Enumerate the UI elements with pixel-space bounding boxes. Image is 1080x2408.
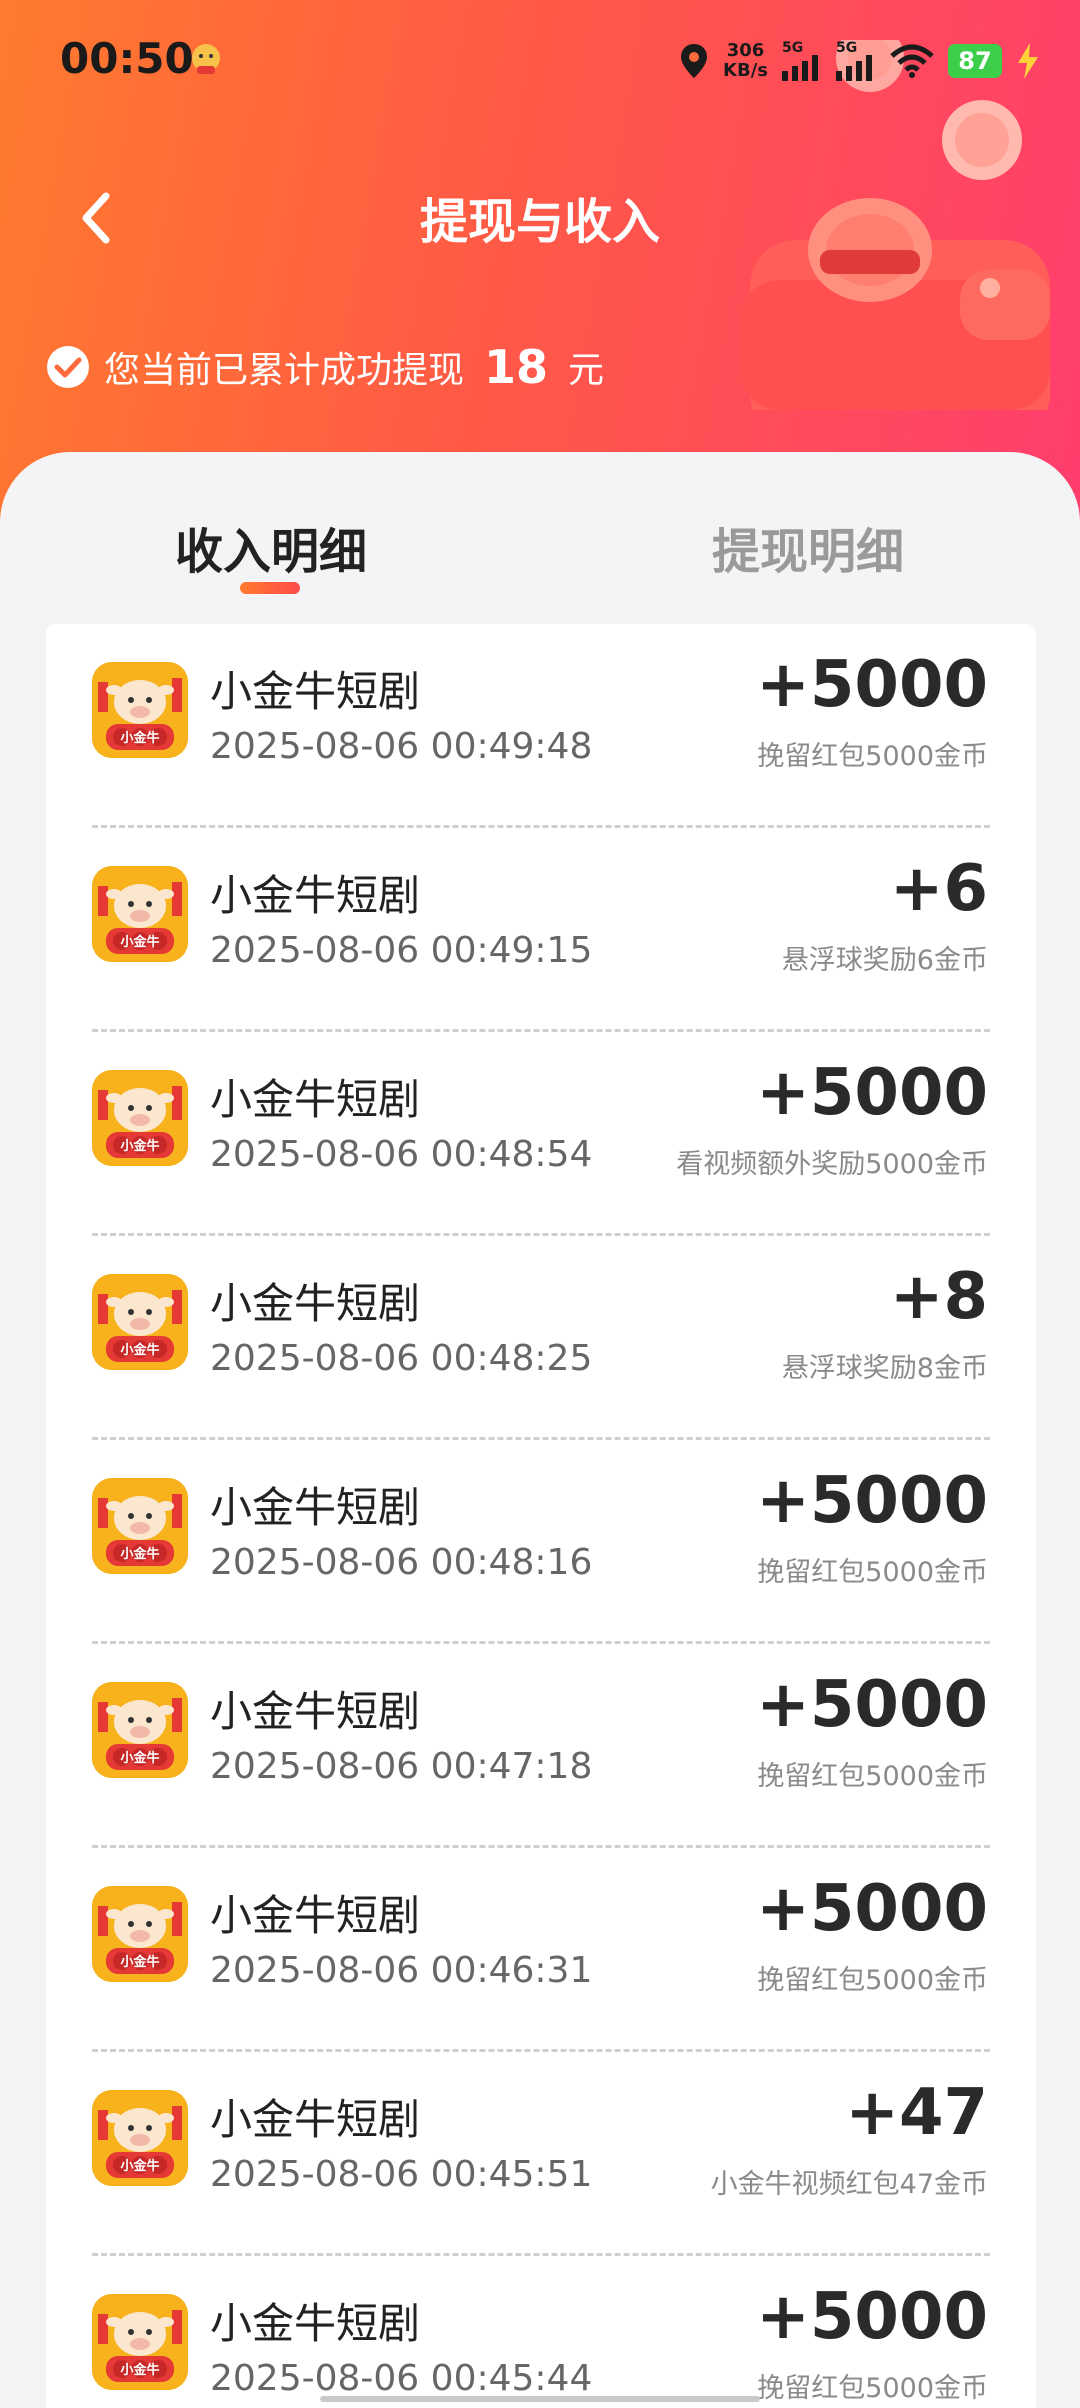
content-card: 收入明细 提现明细 小金牛 小金牛短剧 2025-08-06 00:49:48 … — [0, 452, 1080, 2408]
summary-text: 您当前已累计成功提现 — [104, 350, 465, 391]
withdraw-summary: 您当前已累计成功提现 18 元 — [46, 340, 604, 394]
record-description: 悬浮球奖励8金币 — [781, 1353, 988, 1384]
tab-withdraw-detail[interactable]: 提现明细 — [712, 512, 904, 582]
record-time: 2025-08-06 00:48:25 — [210, 1338, 593, 1379]
list-item[interactable]: 小金牛 小金牛短剧 2025-08-06 00:49:48 +5000 挽留红包… — [46, 624, 1036, 828]
record-time: 2025-08-06 00:47:18 — [210, 1746, 593, 1787]
ox-mascot-icon: 小金牛 — [92, 1070, 188, 1166]
net-speed: 306 KB/s — [723, 40, 768, 81]
icon-label: 小金牛 — [120, 2362, 159, 2378]
record-description: 看视频额外奖励5000金币 — [676, 1149, 988, 1180]
xiaojinniu-app-icon: 小金牛 — [92, 1478, 188, 1574]
record-description: 挽留红包5000金币 — [757, 2373, 988, 2404]
record-amount: +5000 — [756, 1464, 988, 1538]
tab-income-detail[interactable]: 收入明细 — [175, 512, 367, 582]
list-item[interactable]: 小金牛 小金牛短剧 2025-08-06 00:48:16 +5000 挽留红包… — [46, 1440, 1036, 1644]
record-source: 小金牛短剧 — [210, 1279, 421, 1328]
icon-label: 小金牛 — [120, 1954, 159, 1970]
record-description: 挽留红包5000金币 — [757, 1761, 988, 1792]
record-source: 小金牛短剧 — [210, 2299, 421, 2348]
icon-label: 小金牛 — [120, 730, 159, 746]
record-source: 小金牛短剧 — [210, 1687, 421, 1736]
list-item[interactable]: 小金牛 小金牛短剧 2025-08-06 00:48:25 +8 悬浮球奖励8金… — [46, 1236, 1036, 1440]
list-item[interactable]: 小金牛 小金牛短剧 2025-08-06 00:48:54 +5000 看视频额… — [46, 1032, 1036, 1236]
xiaojinniu-app-icon: 小金牛 — [92, 1682, 188, 1778]
ox-mascot-icon: 小金牛 — [92, 1886, 188, 1982]
record-time: 2025-08-06 00:45:51 — [210, 2154, 593, 2195]
record-amount: +5000 — [756, 1056, 988, 1130]
tab-bar: 收入明细 提现明细 — [0, 452, 1080, 622]
xiaojinniu-app-icon: 小金牛 — [92, 2294, 188, 2390]
icon-label: 小金牛 — [120, 2158, 159, 2174]
signal-icon — [836, 55, 872, 81]
xiaojinniu-app-icon: 小金牛 — [92, 1070, 188, 1166]
record-amount: +6 — [889, 852, 988, 926]
xiaojinniu-app-icon: 小金牛 — [92, 2090, 188, 2186]
record-time: 2025-08-06 00:49:48 — [210, 726, 593, 767]
record-description: 挽留红包5000金币 — [757, 741, 988, 772]
record-amount: +8 — [889, 1260, 988, 1334]
signal-2: 5G — [836, 41, 876, 81]
ox-emoji-icon — [192, 44, 220, 74]
list-item[interactable]: 小金牛 小金牛短剧 2025-08-06 00:45:44 +5000 挽留红包… — [46, 2256, 1036, 2408]
ox-mascot-icon: 小金牛 — [92, 662, 188, 758]
record-source: 小金牛短剧 — [210, 871, 421, 920]
list-item[interactable]: 小金牛 小金牛短剧 2025-08-06 00:46:31 +5000 挽留红包… — [46, 1848, 1036, 2052]
record-description: 悬浮球奖励6金币 — [781, 945, 988, 976]
record-source: 小金牛短剧 — [210, 1891, 421, 1940]
active-tab-indicator — [240, 582, 300, 594]
check-circle-icon — [47, 346, 89, 388]
icon-label: 小金牛 — [120, 1138, 159, 1154]
record-description: 挽留红包5000金币 — [757, 1557, 988, 1588]
list-item[interactable]: 小金牛 小金牛短剧 2025-08-06 00:47:18 +5000 挽留红包… — [46, 1644, 1036, 1848]
record-source: 小金牛短剧 — [210, 2095, 421, 2144]
record-amount: +5000 — [756, 2280, 988, 2354]
record-amount: +5000 — [756, 1872, 988, 1946]
ox-mascot-icon: 小金牛 — [92, 2294, 188, 2390]
record-time: 2025-08-06 00:48:16 — [210, 1542, 593, 1583]
ox-mascot-icon: 小金牛 — [92, 1274, 188, 1370]
signal-1: 5G — [782, 41, 822, 81]
status-bar: 00:50 306 KB/s 5G 5G 87 — [0, 0, 1080, 120]
home-indicator[interactable] — [320, 2396, 760, 2402]
record-time: 2025-08-06 00:48:54 — [210, 1134, 593, 1175]
list-item[interactable]: 小金牛 小金牛短剧 2025-08-06 00:49:15 +6 悬浮球奖励6金… — [46, 828, 1036, 1032]
ox-mascot-icon: 小金牛 — [92, 1478, 188, 1574]
charging-bolt-icon — [1018, 43, 1038, 79]
battery-level: 87 — [948, 44, 1002, 78]
page-title: 提现与收入 — [419, 194, 660, 250]
summary-amount: 18 — [484, 340, 549, 394]
status-icons: 306 KB/s 5G 5G 87 — [679, 36, 1040, 86]
status-time: 00:50 — [60, 34, 194, 83]
record-source: 小金牛短剧 — [210, 1483, 421, 1532]
location-icon — [681, 44, 708, 78]
record-source: 小金牛短剧 — [210, 667, 421, 716]
wifi-icon — [890, 44, 934, 78]
signal-icon — [782, 55, 818, 81]
record-amount: +5000 — [756, 1668, 988, 1742]
icon-label: 小金牛 — [120, 934, 159, 950]
record-time: 2025-08-06 00:45:44 — [210, 2358, 593, 2399]
icon-label: 小金牛 — [120, 1546, 159, 1562]
summary-unit: 元 — [568, 350, 605, 391]
record-description: 挽留红包5000金币 — [757, 1965, 988, 1996]
income-record-list: 小金牛 小金牛短剧 2025-08-06 00:49:48 +5000 挽留红包… — [46, 624, 1036, 2408]
xiaojinniu-app-icon: 小金牛 — [92, 866, 188, 962]
icon-label: 小金牛 — [120, 1750, 159, 1766]
ox-mascot-icon: 小金牛 — [92, 866, 188, 962]
record-time: 2025-08-06 00:46:31 — [210, 1950, 593, 1991]
ox-mascot-icon: 小金牛 — [92, 2090, 188, 2186]
icon-label: 小金牛 — [120, 1342, 159, 1358]
xiaojinniu-app-icon: 小金牛 — [92, 662, 188, 758]
list-item[interactable]: 小金牛 小金牛短剧 2025-08-06 00:45:51 +47 小金牛视频红… — [46, 2052, 1036, 2256]
record-source: 小金牛短剧 — [210, 1075, 421, 1124]
xiaojinniu-app-icon: 小金牛 — [92, 1274, 188, 1370]
ox-mascot-icon: 小金牛 — [92, 1682, 188, 1778]
record-description: 小金牛视频红包47金币 — [710, 2169, 988, 2200]
record-amount: +5000 — [756, 648, 988, 722]
xiaojinniu-app-icon: 小金牛 — [92, 1886, 188, 1982]
record-amount: +47 — [845, 2076, 988, 2150]
record-time: 2025-08-06 00:49:15 — [210, 930, 593, 971]
